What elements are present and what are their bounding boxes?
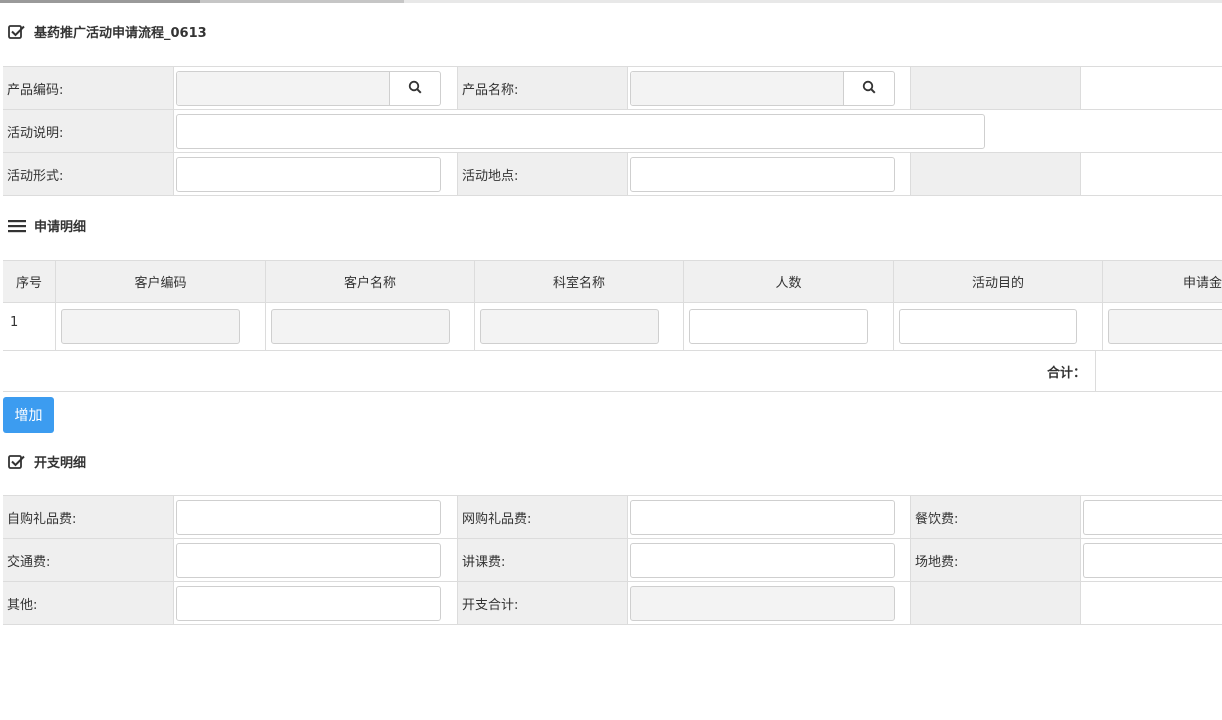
cell-amount — [1103, 303, 1222, 350]
traffic-field[interactable] — [176, 543, 441, 578]
expense-row-1: 自购礼品费: 网购礼品费: 餐饮费: — [3, 496, 1222, 539]
checkbox-checked-icon — [8, 24, 26, 40]
activity-form-input[interactable] — [177, 158, 440, 191]
cell-purpose — [894, 303, 1103, 350]
product-name-search-button[interactable] — [844, 72, 894, 105]
activity-place-input[interactable] — [631, 158, 894, 191]
expense-section-title: 开支明细 — [34, 456, 87, 471]
product-name-lookup[interactable] — [630, 71, 895, 106]
activity-form-label: 活动形式: — [3, 153, 174, 195]
other-field[interactable] — [176, 586, 441, 621]
list-icon — [8, 219, 26, 233]
lecture-input[interactable] — [631, 544, 894, 577]
purpose-field[interactable] — [899, 309, 1077, 344]
cell-dept-name — [475, 303, 684, 350]
total-label: 合计： — [1046, 365, 1086, 381]
expense-total-field[interactable] — [630, 586, 895, 621]
empty-label-cell — [910, 153, 1081, 195]
tab-indicator — [200, 0, 404, 3]
search-icon — [862, 80, 876, 98]
empty-label-cell — [910, 67, 1081, 109]
activity-place-label: 活动地点: — [457, 153, 628, 195]
detail-table: 序号 客户编码 客户名称 科室名称 人数 活动目的 申请金 1 合计： — [3, 260, 1222, 392]
cell-customer-name — [266, 303, 475, 350]
top-tab-bar — [0, 0, 1222, 3]
other-label: 其他: — [3, 582, 174, 624]
dept-name-field[interactable] — [480, 309, 659, 344]
search-icon — [408, 80, 422, 98]
people-input[interactable] — [690, 310, 867, 343]
customer-name-field[interactable] — [271, 309, 450, 344]
meal-label: 餐饮费: — [910, 496, 1081, 538]
product-code-value — [177, 72, 390, 105]
meal-field[interactable] — [1083, 500, 1222, 535]
traffic-label: 交通费: — [3, 539, 174, 581]
online-gift-field[interactable] — [630, 500, 895, 535]
activity-desc-field[interactable] — [176, 114, 985, 149]
form-row-activity-form: 活动形式: 活动地点: — [3, 153, 1222, 196]
amount-field[interactable] — [1108, 309, 1222, 344]
venue-label: 场地费: — [910, 539, 1081, 581]
column-header-customer-name: 客户名称 — [266, 261, 475, 302]
expense-total-label: 开支合计: — [457, 582, 628, 624]
form-title-header: 基药推广活动申请流程_0613 — [8, 22, 207, 41]
table-row: 1 — [3, 303, 1222, 351]
detail-section-title: 申请明细 — [34, 220, 87, 235]
activity-desc-input[interactable] — [177, 115, 984, 148]
venue-field[interactable] — [1083, 543, 1222, 578]
expense-row-2: 交通费: 讲课费: 场地费: — [3, 539, 1222, 582]
product-code-label: 产品编码: — [3, 67, 174, 109]
column-header-purpose: 活动目的 — [894, 261, 1103, 302]
product-name-label: 产品名称: — [457, 67, 628, 109]
self-gift-input[interactable] — [177, 501, 440, 534]
lecture-field[interactable] — [630, 543, 895, 578]
add-row-button[interactable]: 增加 — [3, 397, 54, 433]
product-name-value — [631, 72, 844, 105]
row-seq: 1 — [3, 303, 56, 350]
online-gift-label: 网购礼品费: — [457, 496, 628, 538]
product-form: 产品编码: 产品名称: 活动说明: 活动形式: 活动地点: — [3, 66, 1222, 196]
purpose-input[interactable] — [900, 310, 1076, 343]
column-header-seq: 序号 — [3, 261, 56, 302]
detail-section-header: 申请明细 — [8, 216, 86, 235]
expense-section-header: 开支明细 — [8, 452, 86, 471]
cell-people — [684, 303, 894, 350]
form-row-activity-desc: 活动说明: — [3, 110, 1222, 153]
total-value-divider — [1095, 351, 1096, 391]
expense-row-3: 其他: 开支合计: — [3, 582, 1222, 625]
product-code-lookup[interactable] — [176, 71, 441, 106]
expense-form: 自购礼品费: 网购礼品费: 餐饮费: 交通费: 讲课费: 场地费: 其他: 开支… — [3, 495, 1222, 625]
column-header-dept-name: 科室名称 — [475, 261, 684, 302]
online-gift-input[interactable] — [631, 501, 894, 534]
lecture-label: 讲课费: — [457, 539, 628, 581]
table-total-row: 合计： — [3, 351, 1222, 392]
product-code-search-button[interactable] — [390, 72, 440, 105]
activity-desc-label: 活动说明: — [3, 110, 174, 152]
meal-input[interactable] — [1084, 501, 1222, 534]
tab-indicator-active — [0, 0, 200, 3]
venue-input[interactable] — [1084, 544, 1222, 577]
self-gift-label: 自购礼品费: — [3, 496, 174, 538]
customer-code-field[interactable] — [61, 309, 240, 344]
form-title: 基药推广活动申请流程_0613 — [34, 26, 207, 41]
traffic-input[interactable] — [177, 544, 440, 577]
column-header-amount: 申请金 — [1103, 261, 1222, 302]
column-header-amount-label: 申请金 — [1182, 276, 1222, 291]
activity-place-field[interactable] — [630, 157, 895, 192]
empty-label-cell — [910, 582, 1081, 624]
self-gift-field[interactable] — [176, 500, 441, 535]
column-header-people: 人数 — [684, 261, 894, 302]
column-header-customer-code: 客户编码 — [56, 261, 266, 302]
table-header: 序号 客户编码 客户名称 科室名称 人数 活动目的 申请金 — [3, 261, 1222, 303]
checkbox-checked-icon — [8, 454, 26, 470]
activity-form-field[interactable] — [176, 157, 441, 192]
other-input[interactable] — [177, 587, 440, 620]
people-field[interactable] — [689, 309, 868, 344]
form-row-product: 产品编码: 产品名称: — [3, 67, 1222, 110]
cell-customer-code — [56, 303, 266, 350]
